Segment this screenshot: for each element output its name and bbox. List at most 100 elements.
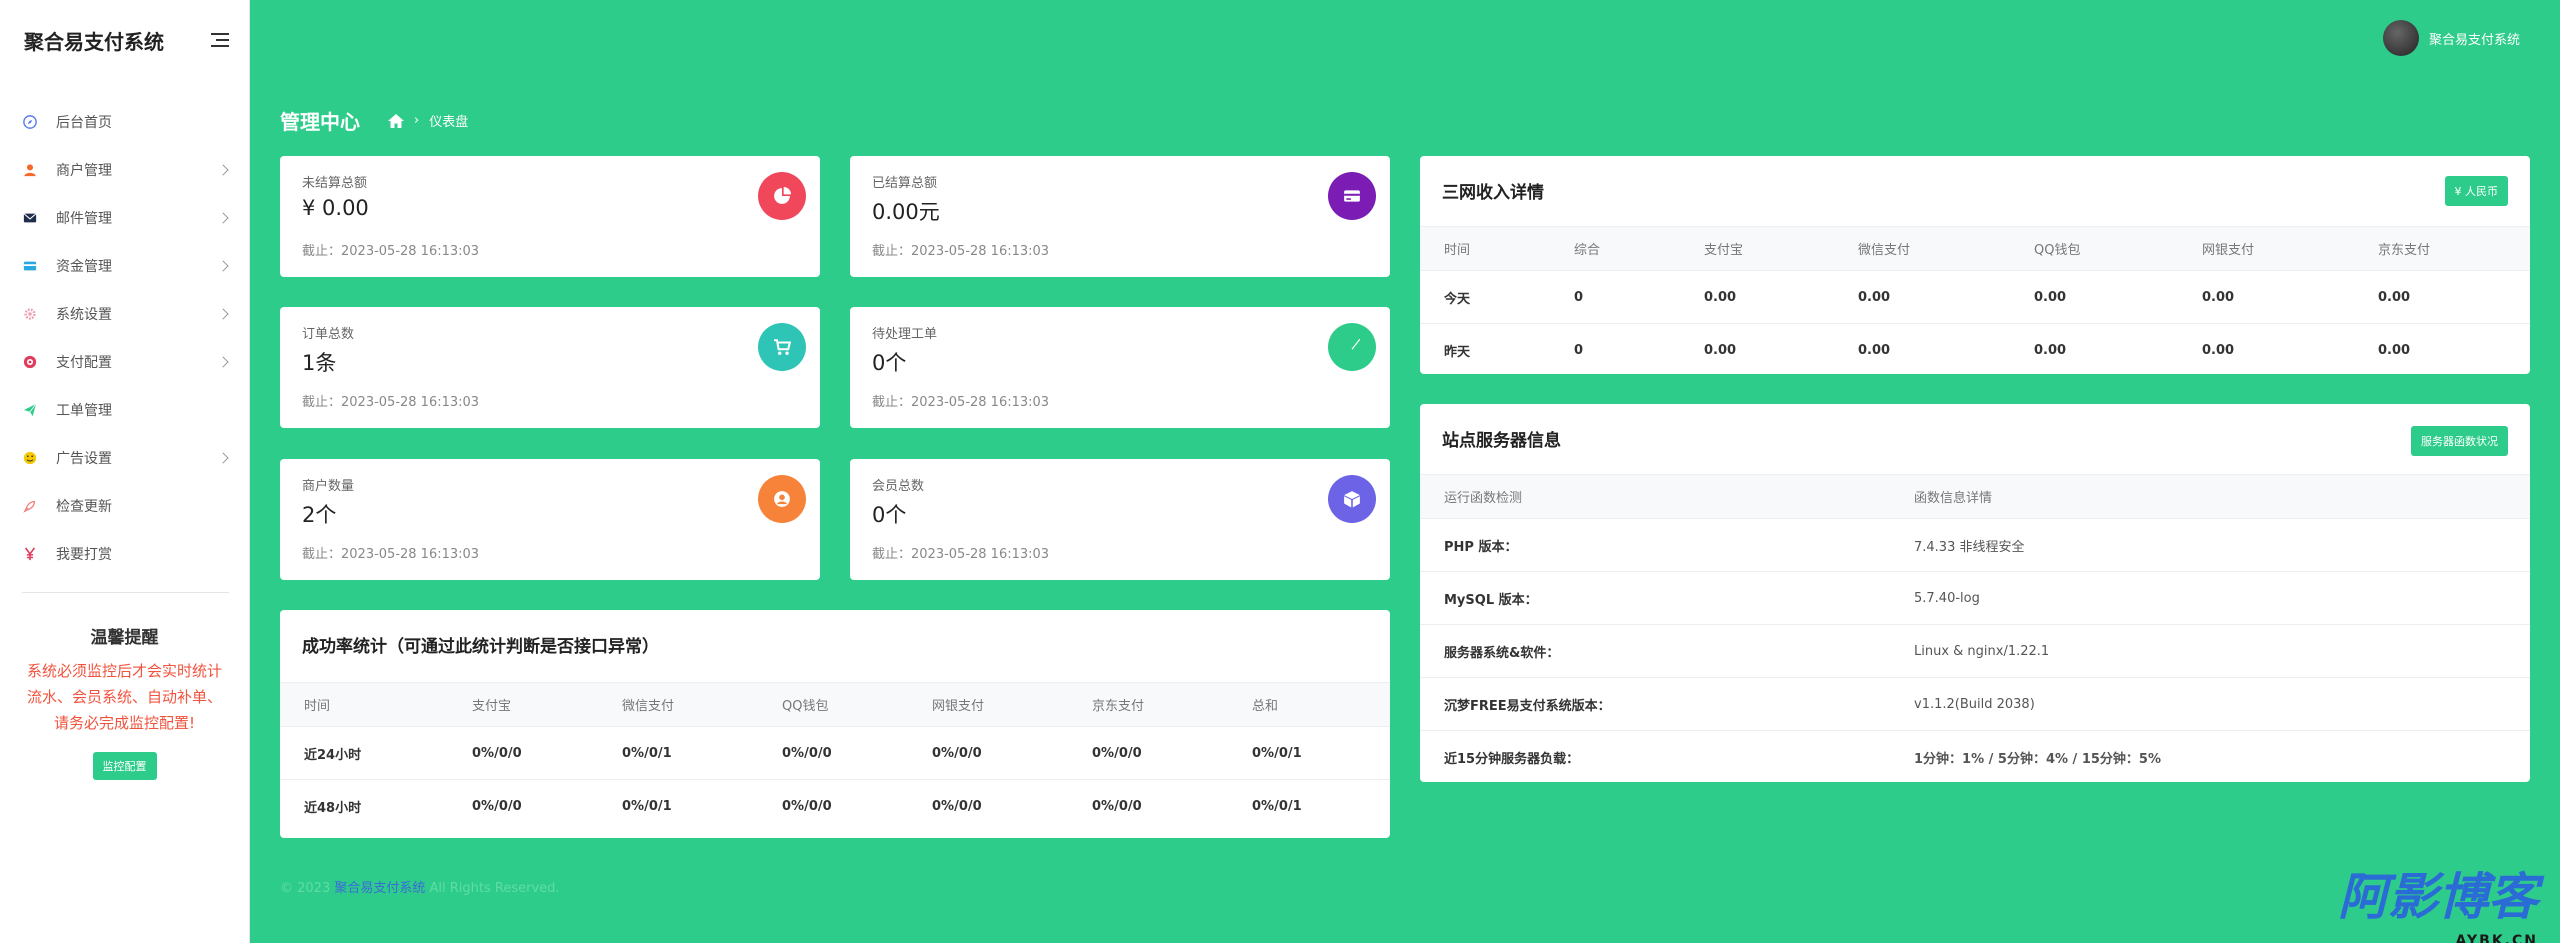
- stat-value: 2个: [302, 503, 337, 527]
- brand-title: 聚合易支付系统: [24, 29, 164, 54]
- table-header-cell: 时间: [280, 682, 448, 727]
- stat-card: 订单总数 1条截止：2023-05-28 16:13:03: [280, 307, 820, 428]
- table-cell: 近24小时: [280, 726, 448, 780]
- stat-value: 0个: [872, 351, 907, 375]
- sidebar-item-0[interactable]: 后台首页: [0, 98, 249, 146]
- sidebar-item-6[interactable]: 工单管理: [0, 386, 249, 434]
- table-cell: 近48小时: [280, 779, 448, 833]
- box-icon: [1328, 475, 1376, 523]
- table-cell: 0%/0/1: [598, 726, 758, 780]
- sidebar-item-label: 邮件管理: [56, 211, 112, 227]
- topbar: 聚合易支付系统: [250, 0, 2560, 78]
- income-table: 时间 综合 支付宝 微信支付 QQ钱包 网银支付 京东支付 今天 0 0.00 0.00 0.00 0.…: [1420, 226, 2530, 377]
- table-cell: 0%/0/0: [758, 779, 908, 833]
- table-cell: 今天: [1420, 270, 1550, 324]
- stat-timestamp: 截止：2023-05-28 16:13:03: [302, 244, 480, 259]
- table-header-cell: QQ钱包: [2010, 226, 2178, 271]
- currency-button[interactable]: ¥ 人民币: [2444, 176, 2508, 206]
- stat-label: 商户数量: [302, 479, 355, 494]
- table-header-cell: 运行函数检测: [1420, 474, 1890, 519]
- table-header-cell: 微信支付: [1834, 226, 2010, 271]
- sidebar-item-7[interactable]: 广告设置: [0, 434, 249, 482]
- paper-plane-icon: [1328, 323, 1376, 371]
- sidebar-item-2[interactable]: 邮件管理: [0, 194, 249, 242]
- table-header-cell: 综合: [1550, 226, 1680, 271]
- success-rate-table: 时间 支付宝 微信支付 QQ钱包 网银支付 京东支付 总和 近24小时 0%/0/0 0%/0/1…: [280, 682, 1390, 833]
- avatar[interactable]: [2382, 20, 2419, 56]
- table-row: PHP 版本： 7.4.33 非线程安全: [1420, 518, 2530, 572]
- server-info-title: 站点服务器信息: [1442, 431, 1561, 451]
- wallet-icon: [1328, 172, 1376, 220]
- table-header-cell: 京东支付: [2354, 226, 2530, 271]
- stat-card: 已结算总额 0.00元 截止：2023-05-28 16:13:03: [850, 156, 1390, 277]
- notice-title: 温馨提醒: [90, 628, 159, 648]
- table-cell: 0.00: [2010, 323, 2178, 377]
- table-cell: 0%/0/0: [1068, 726, 1228, 780]
- monitor-config-button[interactable]: 监控配置: [92, 752, 157, 780]
- paper-plane-icon: [22, 402, 38, 418]
- table-header-cell: 网银支付: [2178, 226, 2354, 271]
- sidebar: 聚合易支付系统 后台首页商户管理邮件管理资金管理系统设置支付配置工单管理广告设置…: [0, 0, 250, 943]
- table-cell: 1分钟：1% / 5分钟：4% / 15分钟：5%: [1890, 730, 2530, 784]
- table-cell: 0.00: [2178, 323, 2354, 377]
- table-cell: 0: [1550, 270, 1680, 324]
- footer-copyright: © 2023: [280, 881, 331, 896]
- table-header-cell: 微信支付: [598, 682, 758, 727]
- stat-label: 会员总数: [872, 479, 925, 494]
- sidebar-item-label: 商户管理: [56, 163, 112, 179]
- stat-card: 未结算总额 ¥ 0.00 截止：2023-05-28 16:13:03: [280, 156, 820, 277]
- sidebar-item-1[interactable]: 商户管理: [0, 146, 249, 194]
- sidebar-item-4[interactable]: 系统设置: [0, 290, 249, 338]
- footer-link[interactable]: 聚合易支付系统: [334, 881, 425, 896]
- sidebar-item-3[interactable]: 资金管理: [0, 242, 249, 290]
- server-functions-button[interactable]: 服务器函数状况: [2411, 426, 2508, 456]
- page-header: 管理中心 › 仪表盘: [280, 106, 468, 135]
- table-cell: 0%/0/0: [908, 726, 1068, 780]
- table-header-cell: 时间: [1420, 226, 1550, 271]
- table-cell: 0.00: [2354, 323, 2530, 377]
- table-header-cell: 支付宝: [448, 682, 598, 727]
- table-cell: 昨天: [1420, 323, 1550, 377]
- table-cell: 0%/0/1: [1228, 779, 1390, 833]
- stat-card: 商户数量 2个截止：2023-05-28 16:13:03: [280, 459, 820, 580]
- sidebar-item-label: 系统设置: [56, 307, 112, 323]
- sidebar-item-label: 支付配置: [56, 355, 112, 371]
- table-row: 沉梦FREE易支付系统版本： v1.1.2(Build 2038): [1420, 677, 2530, 731]
- table-cell: 0.00: [2178, 270, 2354, 324]
- user-menu[interactable]: 聚合易支付系统: [2382, 20, 2520, 56]
- server-info-panel: 站点服务器信息 服务器函数状况 运行函数检测 函数信息详情 PHP 版本： 7.4.3…: [1420, 404, 2530, 784]
- stat-timestamp: 截止：2023-05-28 16:13:03: [302, 395, 480, 410]
- table-row: 近48小时 0%/0/0 0%/0/1 0%/0/0 0%/0/0 0%/0/0 0%/0/…: [280, 779, 1390, 833]
- table-row: 近15分钟服务器负载： 1分钟：1% / 5分钟：4% / 15分钟：5%: [1420, 730, 2530, 784]
- table-header-row: 时间 综合 支付宝 微信支付 QQ钱包 网银支付 京东支付: [1420, 226, 2530, 271]
- stat-value: 1条: [302, 351, 337, 375]
- table-header-cell: QQ钱包: [758, 682, 908, 727]
- stat-timestamp: 截止：2023-05-28 16:13:03: [302, 547, 480, 562]
- sidebar-item-8[interactable]: 检查更新: [0, 482, 249, 530]
- mail-icon: [22, 210, 38, 226]
- stat-card: 会员总数 0个 截止：2023-05-28 16:13:03: [850, 459, 1390, 580]
- menu-toggle-icon[interactable]: [211, 33, 229, 47]
- notice-box: 温馨提醒 系统必须监控后才会实时统计流水、会员系统、自动补单、请务必完成监控配置…: [0, 593, 249, 780]
- footer-rights: All Rights Reserved.: [429, 881, 560, 896]
- table-row: 服务器系统&软件： Linux & nginx/1.22.1: [1420, 624, 2530, 678]
- table-cell: 0.00: [1680, 323, 1834, 377]
- home-icon[interactable]: [388, 113, 404, 128]
- sidebar-item-label: 广告设置: [56, 451, 112, 467]
- rocket-icon: [22, 498, 38, 514]
- breadcrumb-current: 仪表盘: [429, 115, 469, 130]
- table-header-row: 时间 支付宝 微信支付 QQ钱包 网银支付 京东支付 总和: [280, 682, 1390, 727]
- stat-label: 订单总数: [302, 327, 355, 342]
- page-title: 管理中心: [280, 110, 360, 134]
- sidebar-item-5[interactable]: 支付配置: [0, 338, 249, 386]
- sidebar-item-9[interactable]: 我要打赏: [0, 530, 249, 578]
- table-cell: 0%/0/0: [448, 779, 598, 833]
- income-title: 三网收入详情: [1442, 183, 1544, 203]
- stat-timestamp: 截止：2023-05-28 16:13:03: [872, 395, 1050, 410]
- table-cell: 0.00: [1834, 323, 2010, 377]
- chevron-right-icon: [217, 452, 229, 464]
- table-row: MySQL 版本： 5.7.40-log: [1420, 571, 2530, 625]
- table-cell: 7.4.33 非线程安全: [1890, 518, 2530, 572]
- notice-text: 系统必须监控后才会实时统计流水、会员系统、自动补单、请务必完成监控配置!: [26, 662, 222, 732]
- table-cell: 0%/0/0: [908, 779, 1068, 833]
